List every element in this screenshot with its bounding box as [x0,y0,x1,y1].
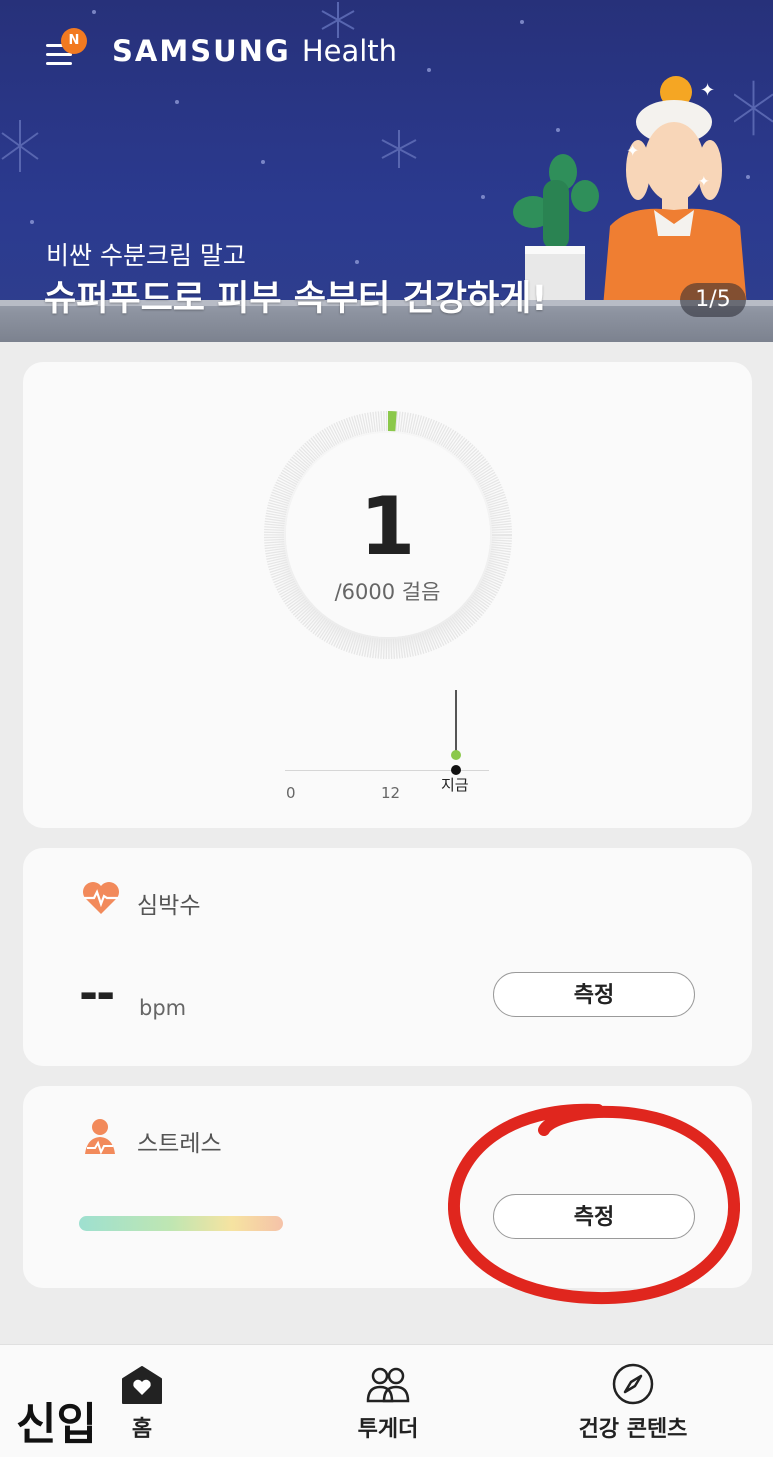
heart-rate-value: -- [79,966,113,1020]
home-heart-icon [121,1365,163,1405]
steps-goal: /6000 걸음 [23,576,752,606]
nav-health-content[interactable]: 건강 콘텐츠 [566,1345,700,1457]
compass-icon [612,1363,654,1405]
bottom-nav: 홈 투게더 건강 콘텐츠 [0,1344,773,1457]
snowflake-icon [0,118,40,174]
timeline-label-now: 지금 [441,774,469,795]
annotation-overlay-text: 신입 [16,1388,97,1452]
nav-health-content-label: 건강 콘텐츠 [566,1411,700,1443]
snowflake-icon [378,128,420,170]
people-icon [365,1365,411,1405]
menu-button[interactable]: N [44,38,76,70]
timeline-step-dot [451,750,461,760]
steps-card[interactable]: 1 /6000 걸음 0 12 지금 [23,362,752,828]
app-name-suffix: Health [302,34,397,68]
heart-rate-label: 심박수 [137,886,200,920]
steps-count: 1 [23,487,752,567]
timeline-label-12: 12 [381,784,400,802]
stress-level-bar [79,1216,283,1231]
nav-home-label: 홈 [100,1411,184,1443]
svg-text:✦: ✦ [626,141,639,160]
measure-stress-button[interactable]: 측정 [493,1194,695,1239]
timeline-now-line [455,690,457,756]
app-logo: SAMSUNG Health [112,34,397,68]
nav-together-label: 투게더 [338,1411,438,1443]
svg-text:✦: ✦ [698,174,710,190]
nav-home[interactable]: 홈 [100,1345,184,1457]
banner-subtitle: 비싼 수분크림 말고 [46,236,246,272]
measure-heart-rate-button[interactable]: 측정 [493,972,695,1017]
nav-together[interactable]: 투게더 [338,1345,438,1457]
heart-rate-card[interactable]: 심박수 -- bpm 측정 [23,848,752,1066]
banner-title: 슈퍼푸드로 피부 속부터 건강하게! [44,270,547,321]
app-name: SAMSUNG [112,34,291,68]
stress-label: 스트레스 [137,1124,222,1158]
heart-pulse-icon [81,880,121,916]
promo-banner[interactable]: ✦ ✦ ✦ N SAMSUNG Health 비싼 수분크림 말고 슈퍼푸드로 … [0,0,773,342]
svg-text:✦: ✦ [700,80,715,101]
person-stress-icon [81,1116,119,1156]
heart-rate-unit: bpm [139,996,186,1020]
banner-pager: 1/5 [680,283,746,317]
notification-badge: N [61,28,87,54]
timeline-label-0: 0 [286,784,296,802]
stress-card[interactable]: 스트레스 측정 [23,1086,752,1288]
